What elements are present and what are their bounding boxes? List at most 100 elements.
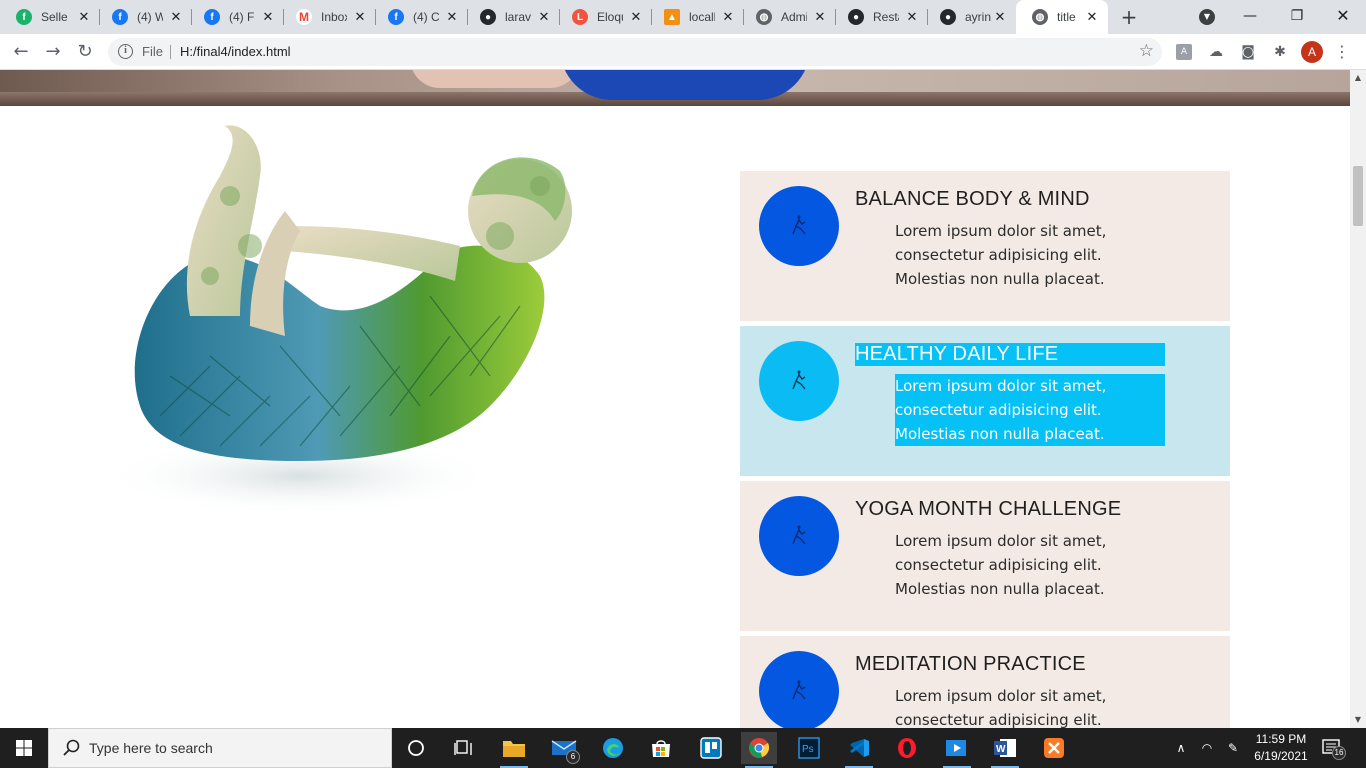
pen-icon[interactable]: ✎ xyxy=(1224,740,1242,756)
close-window-icon[interactable]: ✕ xyxy=(1328,4,1358,28)
trello-icon[interactable] xyxy=(693,732,729,764)
vscode-icon[interactable] xyxy=(841,732,877,768)
opera-icon[interactable] xyxy=(889,732,925,764)
close-icon[interactable]: ✕ xyxy=(812,9,828,25)
tab-label: Resta xyxy=(873,10,899,24)
tab-phpmyadmin-localhost[interactable]: ▲ localh ✕ xyxy=(648,0,744,34)
close-icon[interactable]: ✕ xyxy=(628,9,644,25)
scroll-down-arrow-icon[interactable]: ▼ xyxy=(1350,712,1366,728)
gmail-icon: M xyxy=(296,9,312,25)
windows-logo-icon xyxy=(16,740,32,756)
browser-toolbar: ← → ↻ i File H:/final4/index.html ☆ A ☁ … xyxy=(0,34,1366,70)
microsoft-store-icon[interactable] xyxy=(643,732,679,764)
mail-icon[interactable]: 6 xyxy=(546,732,582,764)
hero-arm xyxy=(410,70,580,88)
reload-icon[interactable]: ↻ xyxy=(73,40,97,64)
yoga-pose-icon-circle xyxy=(759,186,839,266)
tab-facebook-3[interactable]: f (4) Cl ✕ xyxy=(372,0,468,34)
system-clock[interactable]: 11:59 PM 6/19/2021 xyxy=(1250,731,1312,765)
task-view-icon[interactable] xyxy=(446,732,482,764)
forward-arrow-icon[interactable]: → xyxy=(41,40,65,64)
close-icon[interactable]: ✕ xyxy=(352,9,368,25)
feature-card-healthy[interactable]: HEALTHY DAILY LIFE Lorem ipsum dolor sit… xyxy=(740,326,1230,476)
tab-github-restaurant[interactable]: ● Resta ✕ xyxy=(832,0,928,34)
file-explorer-icon[interactable] xyxy=(496,732,532,768)
close-icon[interactable]: ✕ xyxy=(168,9,184,25)
tab-label: title xyxy=(1057,10,1076,24)
page-scrollbar[interactable]: ▲ ▼ xyxy=(1350,70,1366,728)
close-icon[interactable]: ✕ xyxy=(76,9,92,25)
url-scheme-label: File xyxy=(142,44,163,59)
address-bar[interactable]: i File H:/final4/index.html ☆ xyxy=(108,38,1162,66)
feature-card-balance[interactable]: BALANCE BODY & MIND Lorem ipsum dolor si… xyxy=(740,171,1230,321)
cortana-icon[interactable] xyxy=(398,732,434,764)
edge-browser-icon[interactable] xyxy=(595,732,631,764)
minimize-icon[interactable]: — xyxy=(1235,4,1265,28)
tab-admin[interactable]: ◍ Admi ✕ xyxy=(740,0,836,34)
facebook-icon: f xyxy=(112,9,128,25)
feature-card-meditation[interactable]: MEDITATION PRACTICE Lorem ipsum dolor si… xyxy=(740,636,1230,728)
tab-label: larave xyxy=(505,10,531,24)
close-icon[interactable]: ✕ xyxy=(992,9,1008,25)
url-text[interactable]: H:/final4/index.html xyxy=(180,44,291,59)
word-icon[interactable]: W xyxy=(987,732,1023,768)
yoga-pose-icon-circle xyxy=(759,651,839,728)
windows-start-button[interactable] xyxy=(0,728,48,768)
close-icon[interactable]: ✕ xyxy=(260,9,276,25)
tab-gmail-inbox[interactable]: M Inbox ✕ xyxy=(280,0,376,34)
restore-icon[interactable]: ❐ xyxy=(1282,4,1312,28)
tab-title-active[interactable]: ◍ title ✕ xyxy=(1016,0,1108,34)
notification-center-icon[interactable]: 16 xyxy=(1322,738,1346,760)
clock-date: 6/19/2021 xyxy=(1254,749,1308,763)
tab-label: ayrin xyxy=(965,10,991,24)
github-icon: ● xyxy=(480,9,496,25)
clock-time: 11:59 PM xyxy=(1255,732,1307,746)
close-icon[interactable]: ✕ xyxy=(444,9,460,25)
taskbar-search-box[interactable]: Type here to search xyxy=(48,728,392,768)
scroll-up-arrow-icon[interactable]: ▲ xyxy=(1350,70,1366,86)
close-icon[interactable]: ✕ xyxy=(904,9,920,25)
close-icon[interactable]: ✕ xyxy=(1084,9,1100,25)
media-player-icon[interactable] xyxy=(939,732,975,768)
camera-icon[interactable]: ◙ xyxy=(1239,43,1257,61)
close-icon[interactable]: ✕ xyxy=(720,9,736,25)
tab-search-chevron-icon[interactable]: ▼ xyxy=(1199,9,1215,25)
tab-label: (4) W xyxy=(137,10,163,24)
close-icon[interactable]: ✕ xyxy=(536,9,552,25)
yoga-bow-pose-illustration xyxy=(100,125,572,516)
back-arrow-icon[interactable]: ← xyxy=(9,40,33,64)
puzzle-extensions-icon[interactable]: ✱ xyxy=(1271,43,1289,61)
tab-github-ayrin[interactable]: ● ayrin ✕ xyxy=(924,0,1016,34)
tab-github-laravel[interactable]: ● larave ✕ xyxy=(464,0,560,34)
feature-title: HEALTHY DAILY LIFE xyxy=(855,343,1165,366)
feature-card-challenge[interactable]: YOGA MONTH CHALLENGE Lorem ipsum dolor s… xyxy=(740,481,1230,631)
tab-label: (4) Fa xyxy=(229,10,255,24)
show-hidden-icons-chevron-icon[interactable]: ∧ xyxy=(1172,740,1190,756)
tab-laravel-eloquent[interactable]: L Eloqu ✕ xyxy=(556,0,652,34)
profile-avatar[interactable]: A xyxy=(1301,41,1323,63)
tab-facebook-2[interactable]: f (4) Fa ✕ xyxy=(188,0,284,34)
feature-description: Lorem ipsum dolor sit amet, consectetur … xyxy=(895,222,1107,288)
search-placeholder: Type here to search xyxy=(89,740,213,756)
bookmark-star-icon[interactable]: ☆ xyxy=(1139,41,1154,61)
new-tab-plus-icon[interactable]: + xyxy=(1118,6,1140,28)
extension-cloud-icon[interactable]: ☁ xyxy=(1207,43,1225,61)
facebook-icon: f xyxy=(388,9,404,25)
feature-title: BALANCE BODY & MIND xyxy=(855,188,1090,210)
pdf-extension-icon[interactable]: A xyxy=(1176,44,1192,60)
scrollbar-thumb[interactable] xyxy=(1353,166,1363,226)
yoga-pose-icon-circle xyxy=(759,496,839,576)
laravel-icon: L xyxy=(572,9,588,25)
notification-badge-count: 16 xyxy=(1332,746,1346,760)
github-icon: ● xyxy=(940,9,956,25)
tab-seller[interactable]: f Seller ✕ xyxy=(0,0,100,34)
hero-leg xyxy=(560,70,810,100)
wifi-icon[interactable]: ◠ xyxy=(1198,740,1216,756)
tab-facebook-1[interactable]: f (4) W ✕ xyxy=(96,0,192,34)
photoshop-icon[interactable]: Ps xyxy=(791,732,827,764)
info-icon[interactable]: i xyxy=(118,44,133,59)
more-menu-icon[interactable]: ⋮ xyxy=(1334,42,1350,62)
seller-favicon-icon: f xyxy=(16,9,32,25)
xampp-icon[interactable] xyxy=(1036,732,1072,764)
chrome-browser-icon[interactable] xyxy=(741,732,777,768)
